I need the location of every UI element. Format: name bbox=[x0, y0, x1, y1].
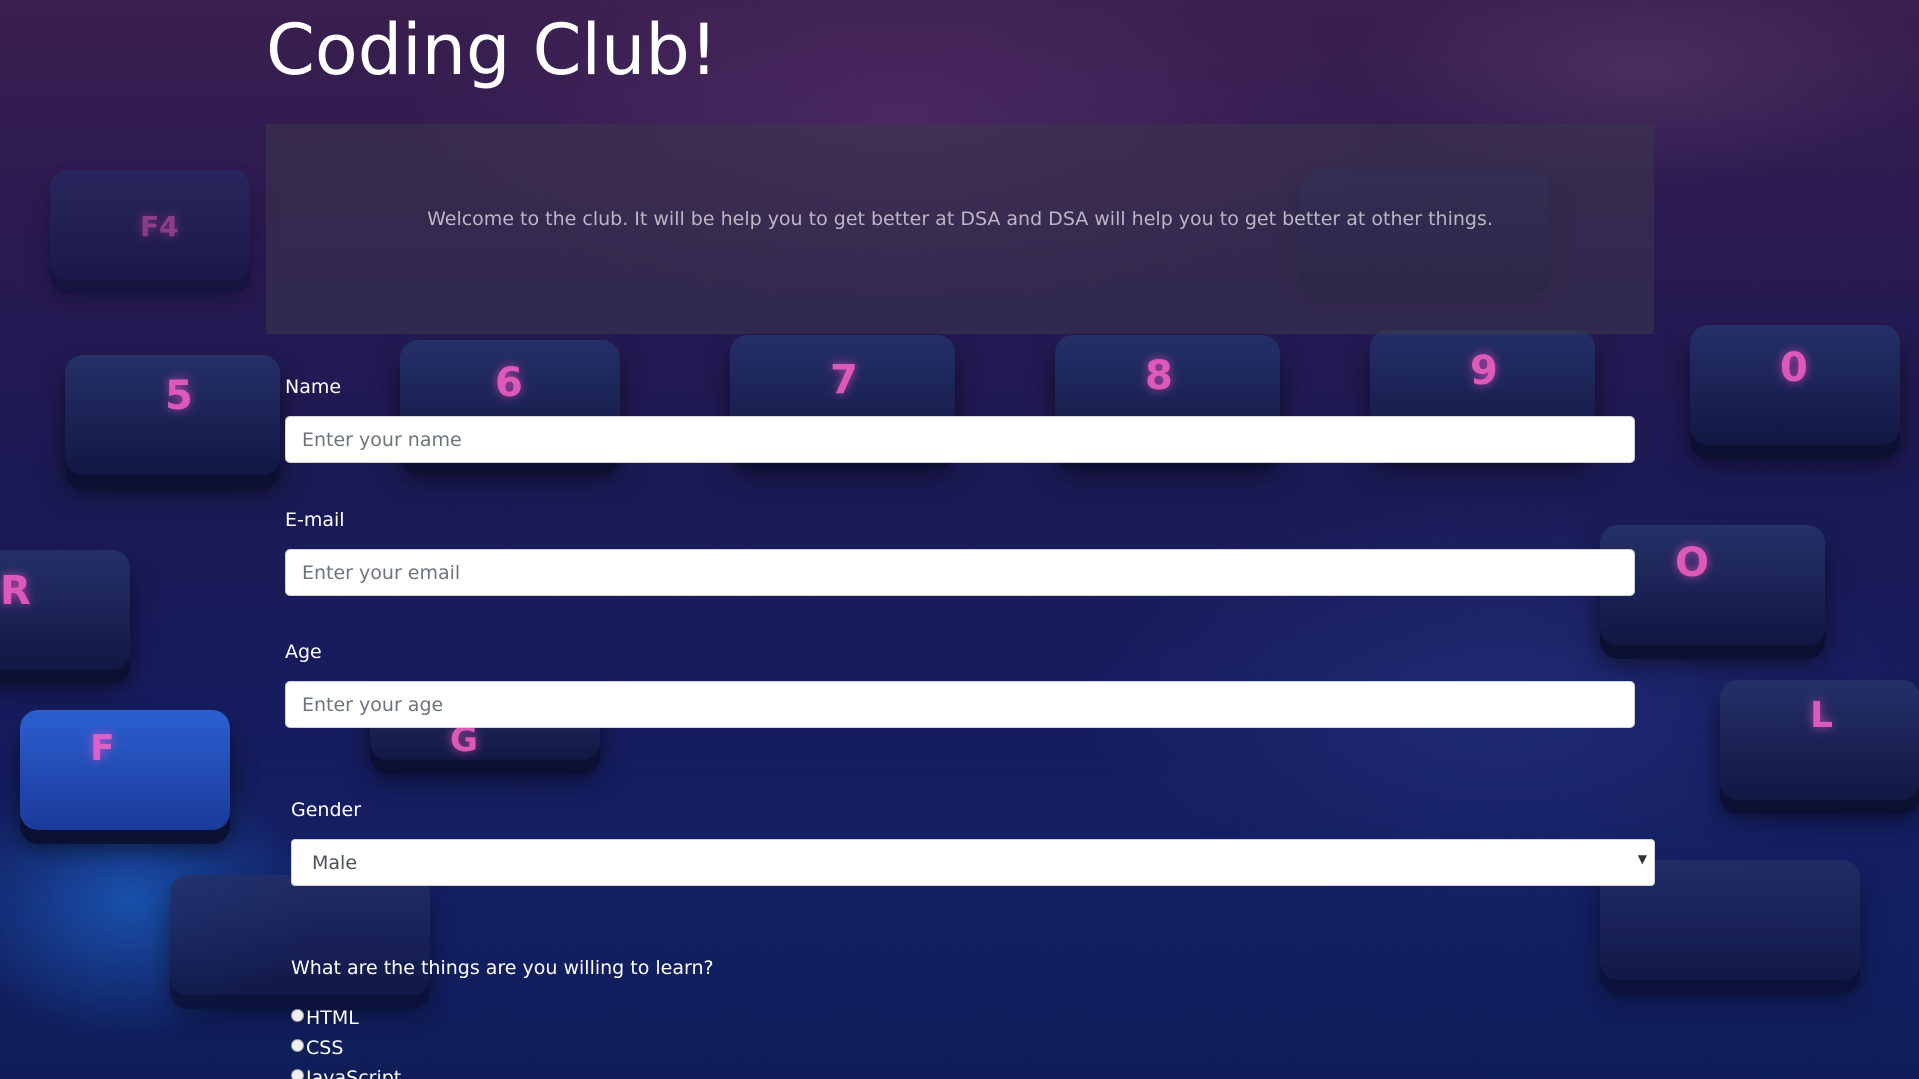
name-label: Name bbox=[285, 376, 342, 398]
learn-option-css[interactable]: CSS bbox=[291, 1033, 1641, 1063]
background-key: F bbox=[20, 710, 230, 830]
welcome-banner: Welcome to the club. It will be help you… bbox=[266, 124, 1654, 334]
learn-option-html[interactable]: HTML bbox=[291, 1003, 1641, 1033]
gender-label: Gender bbox=[291, 799, 362, 821]
radio-icon[interactable] bbox=[291, 1068, 304, 1079]
age-group: Age bbox=[285, 641, 1635, 728]
learn-group: What are the things are you willing to l… bbox=[291, 957, 1641, 1079]
learn-option-label: JavaScript bbox=[306, 1067, 402, 1079]
email-input[interactable] bbox=[285, 549, 1635, 596]
name-input[interactable] bbox=[285, 416, 1635, 463]
learn-option-label: HTML bbox=[306, 1007, 359, 1029]
email-group: E-mail bbox=[285, 509, 1635, 596]
background-key: F4 bbox=[50, 170, 250, 280]
key-label: L bbox=[1810, 695, 1833, 736]
background-key: 5 bbox=[65, 355, 280, 475]
learn-option-javascript[interactable]: JavaScript bbox=[291, 1063, 1641, 1079]
key-label: F bbox=[90, 728, 115, 769]
gender-group: Gender Male ▼ bbox=[291, 799, 1655, 886]
page-title: Coding Club! bbox=[266, 9, 718, 91]
background-key: 0 bbox=[1690, 325, 1900, 445]
radio-icon[interactable] bbox=[291, 1038, 304, 1052]
radio-icon[interactable] bbox=[291, 1008, 304, 1022]
learn-question: What are the things are you willing to l… bbox=[291, 957, 714, 979]
gender-select[interactable]: Male ▼ bbox=[291, 839, 1655, 886]
learn-option-label: CSS bbox=[306, 1037, 344, 1059]
key-label: 0 bbox=[1780, 345, 1808, 391]
key-label: O bbox=[1675, 540, 1710, 586]
gender-select-value[interactable]: Male bbox=[291, 839, 1655, 886]
chevron-down-icon: ▼ bbox=[1637, 852, 1647, 866]
background-key: L bbox=[1720, 680, 1919, 800]
age-label: Age bbox=[285, 641, 322, 663]
background-key: R bbox=[0, 550, 130, 670]
name-group: Name bbox=[285, 376, 1635, 463]
key-label: 5 bbox=[165, 373, 193, 419]
page-container: Coding Club! Welcome to the club. It wil… bbox=[266, 0, 1655, 1079]
welcome-text: Welcome to the club. It will be help you… bbox=[427, 208, 1493, 230]
key-label: R bbox=[0, 568, 31, 614]
key-label: F4 bbox=[140, 210, 179, 243]
age-input[interactable] bbox=[285, 681, 1635, 728]
email-label: E-mail bbox=[285, 509, 345, 531]
